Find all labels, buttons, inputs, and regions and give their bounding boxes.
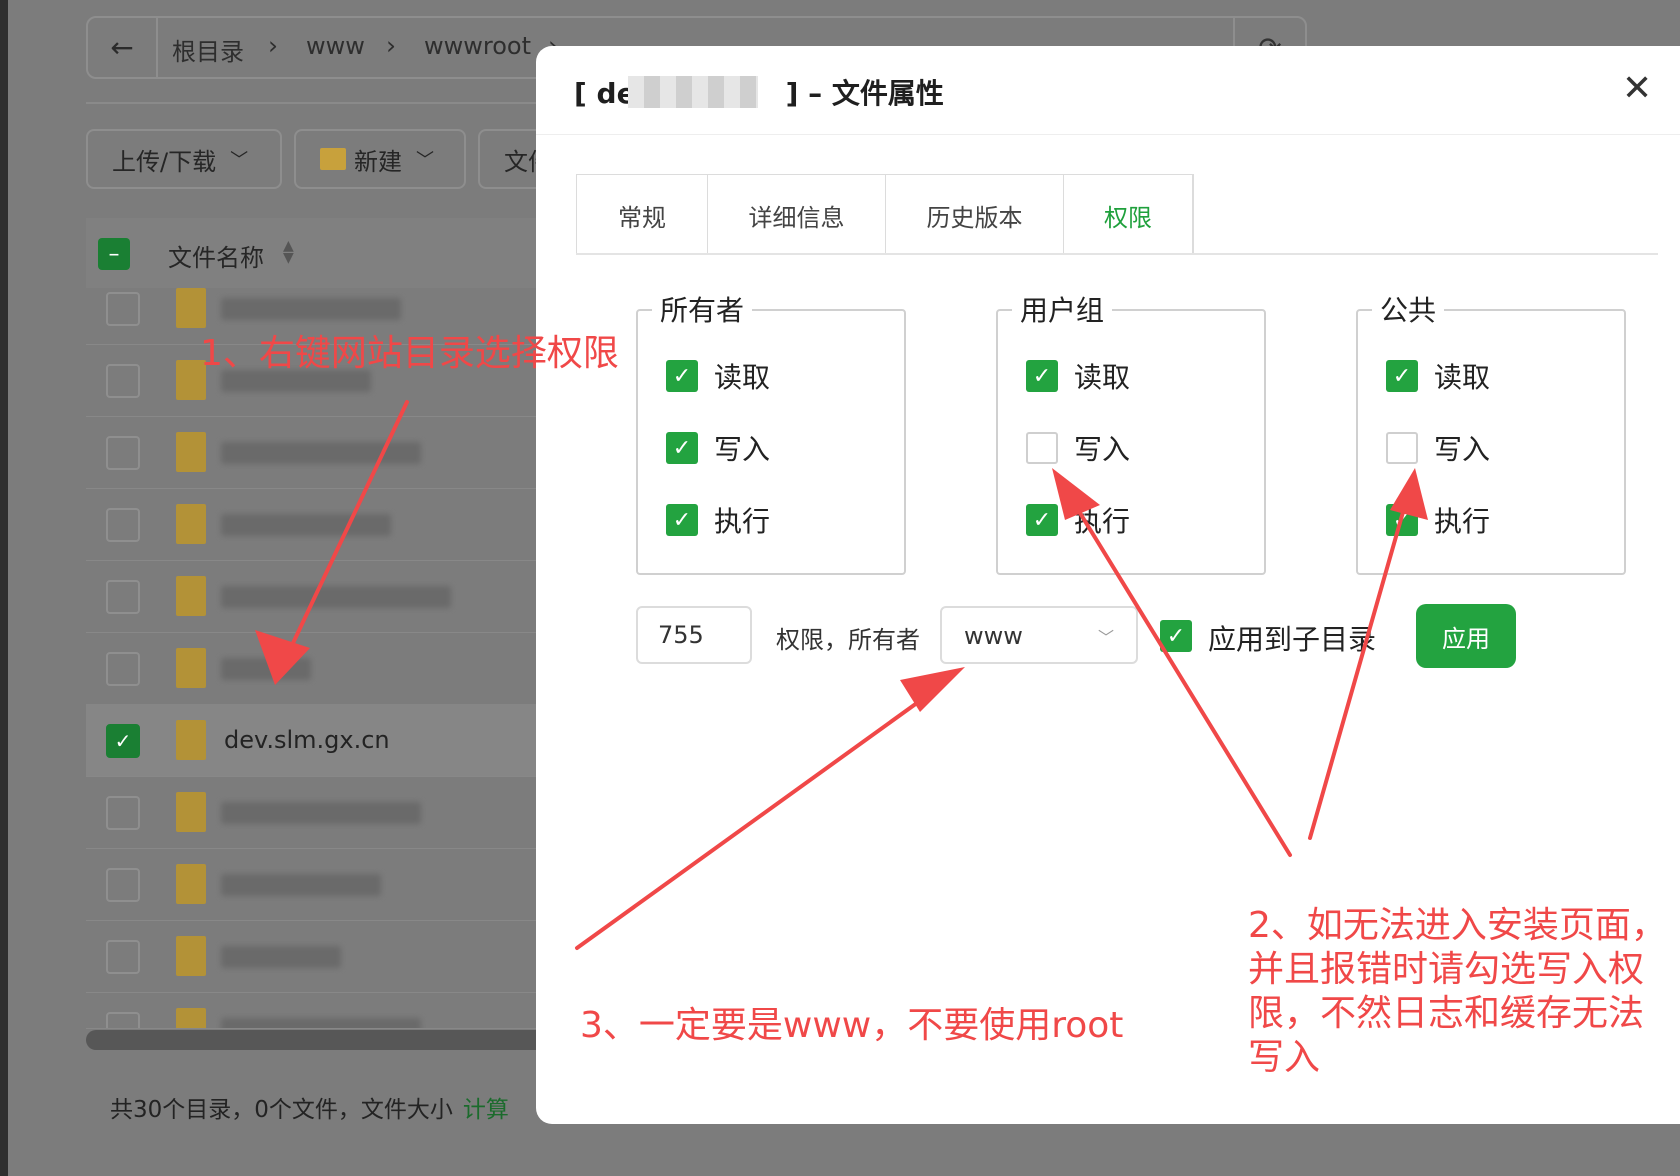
annotation-step-2: 2、如无法进入安装页面， 并且报错时请勾选写入权 限，不然日志和缓存无法 写入 (1248, 904, 1667, 1080)
annotation-line: 并且报错时请勾选写入权 (1248, 949, 1645, 990)
annotation-line: 写入 (1248, 1037, 1321, 1078)
arrow-3-shaft (575, 688, 937, 950)
annotation-line: 限，不然日志和缓存无法 (1248, 993, 1645, 1034)
arrow-3-head (900, 667, 965, 712)
arrow-2b-head (1390, 468, 1428, 520)
annotation-line: 2、如无法进入安装页面， (1248, 905, 1667, 946)
annotation-step-3: 3、一定要是www，不要使用root (580, 1005, 1124, 1046)
arrow-1-shaft (283, 400, 409, 662)
arrow-2a-head (1052, 468, 1100, 520)
annotation-step-1: 1、右键网站目录选择权限 (200, 333, 619, 374)
arrow-1-head (255, 630, 310, 685)
arrow-2a-shaft (1070, 498, 1292, 857)
arrow-2b-shaft (1308, 503, 1407, 840)
